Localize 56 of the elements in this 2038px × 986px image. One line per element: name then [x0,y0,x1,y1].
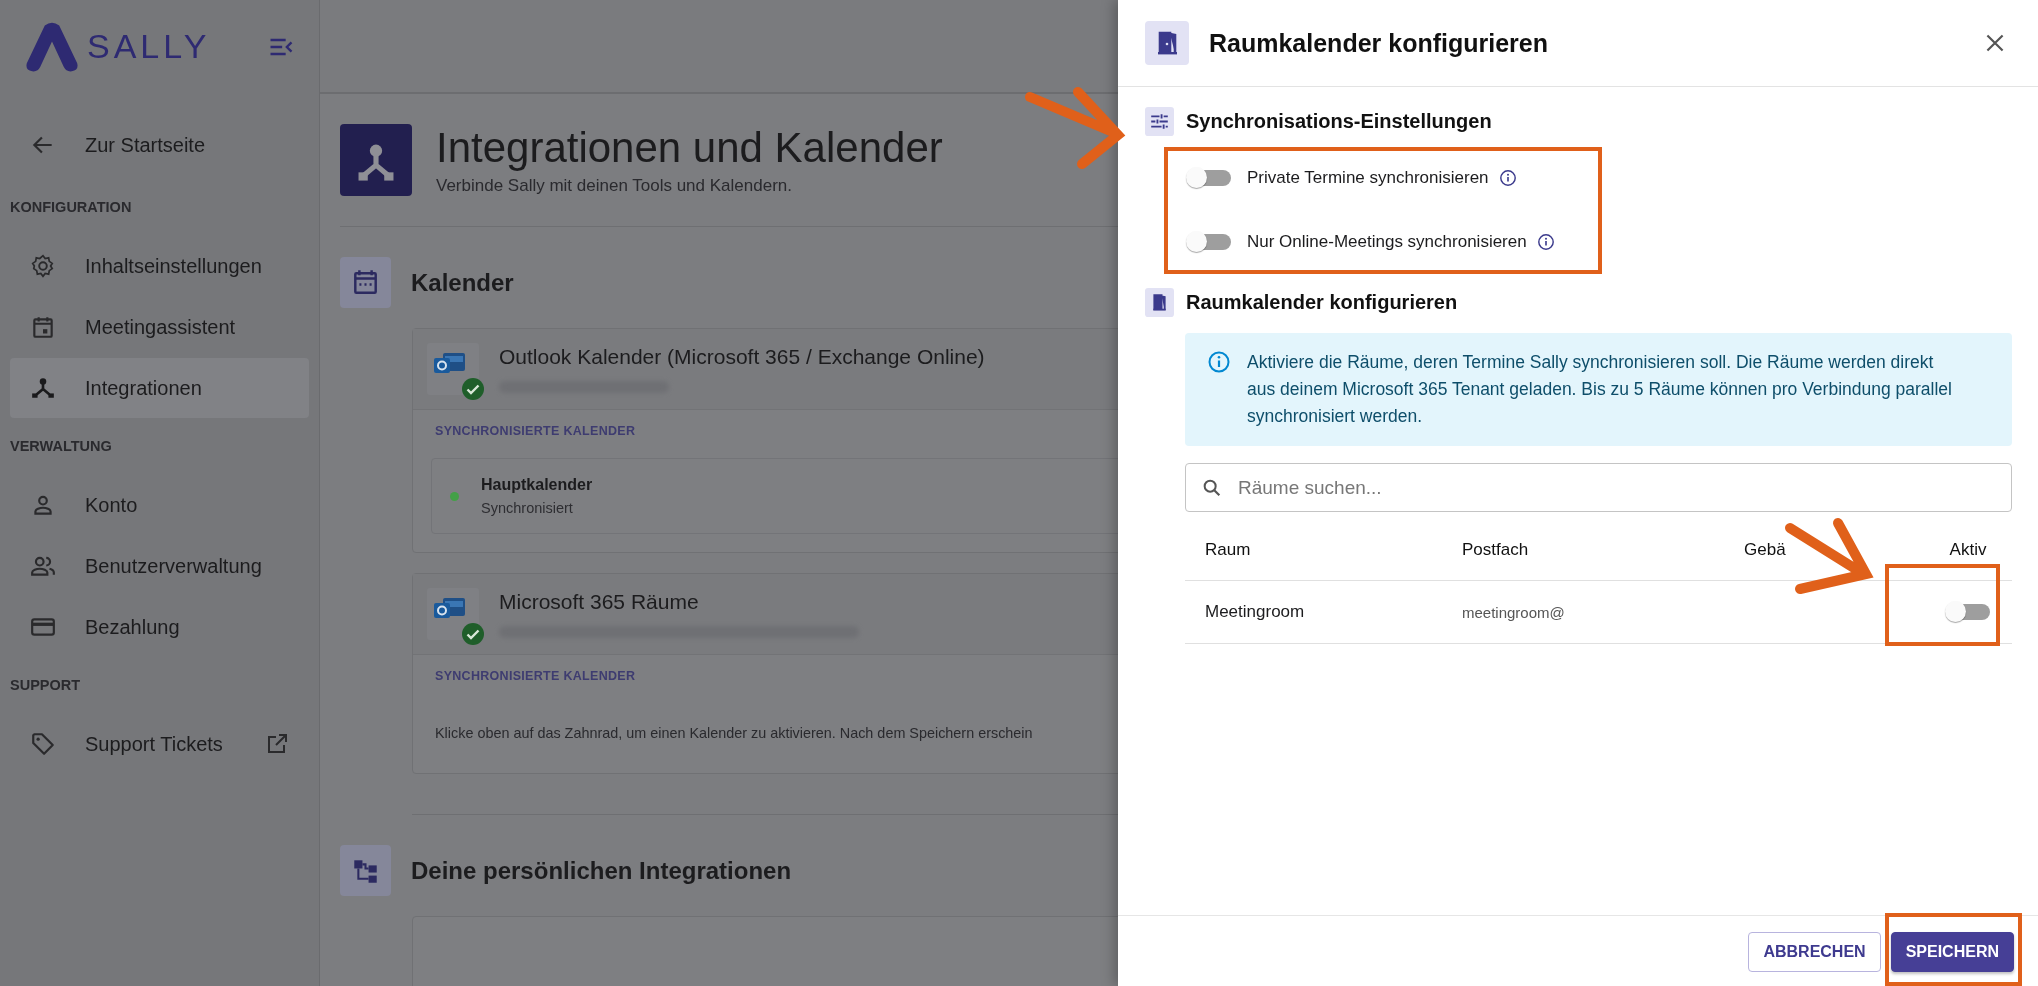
search-icon [1201,477,1223,499]
nav-item[interactable]: Bezahlung [10,597,309,657]
drawer-title: Raumkalender konfigurieren [1209,28,1548,58]
tag-icon [30,731,56,757]
list-heading: SYNCHRONISIERTE KALENDER [435,424,637,438]
section-title: Raumkalender konfigurieren [1186,291,1458,314]
calendar-name: Hauptkalender [481,476,593,494]
nav-item[interactable]: Meetingassistent [10,297,309,357]
page-subtitle: Verbinde Sally mit deinen Tools und Kalendern. [436,176,793,196]
calendar-provider-name: Microsoft 365 Räume [499,590,700,614]
list-heading: SYNCHRONISIERTE KALENDER [435,669,637,683]
search-field[interactable]: Räume suchen... [1185,463,2012,512]
back-link[interactable]: Zur Startseite [10,115,309,175]
nav-item[interactable]: Konto [10,475,309,535]
column-header: Aktiv [1948,540,1988,560]
calendar-provider-name: Outlook Kalender (Microsoft 365 / Exchange Online) [499,345,985,369]
door-icon [1145,21,1189,65]
door-icon [1145,288,1174,317]
room-name-cell-text: Meetingroom [1204,602,1306,622]
nav-item[interactable]: Integrationen [10,358,309,418]
integration-icon [30,375,56,401]
column-header: Postfach [1462,540,1530,560]
info-icon [1207,350,1231,374]
gear-icon [30,253,56,279]
nav-section-heading: KONFIGURATION [9,198,133,217]
mailbox-cell-text: meetingroom@ [1462,603,1566,621]
nav-section-heading: SUPPORT [9,676,82,695]
info-text: Aktiviere die Räume, deren Termine Sally synchronisieren soll. Die Räume werden direkt aus deinem Microsoft 365 Tenant geladen. Bis zu 5 Räume können pro Verbindung parallel synchronisiert werden. [1247,351,1953,428]
page-title: Integrationen und Kalender [436,124,943,172]
cancel-button[interactable]: ABBRECHEN [1748,932,1881,972]
calendar-status: Synchronisiert [481,500,574,516]
hierarchy-icon [340,845,391,896]
nav-item[interactable]: Benutzerverwaltung [10,536,309,596]
sliders-icon [1145,107,1174,136]
calendar-icon [340,257,391,308]
toggle-switch[interactable] [1185,231,1233,253]
nav-item[interactable]: Inhaltseinstellungen [10,236,309,296]
option-label: Nur Online-Meetings synchronisieren [1247,232,1527,252]
logo-text: SALLY [87,27,211,66]
nav-section-heading: VERWALTUNG [9,437,113,456]
calendar-icon [30,314,56,340]
info-icon[interactable] [1536,233,1555,251]
save-button[interactable]: SPEICHERN [1890,932,2014,972]
hint-text: Klicke oben auf das Zahnrad, um einen Kalender zu aktivieren. Nach dem Speichern erschein [435,725,1034,741]
option-label: Private Termine synchronisieren [1247,168,1489,188]
nav-item[interactable]: Support Tickets [10,714,309,774]
section-title: Kalender [411,268,514,297]
toggle-switch[interactable] [1185,167,1233,189]
info-icon[interactable] [1498,169,1517,187]
section-title: Synchronisations-Einstellungen [1186,110,1492,133]
section-title: Deine persönlichen Integrationen [411,856,792,885]
toggle-switch[interactable] [1944,601,1992,623]
integration-icon [340,124,412,196]
logo-icon [25,20,79,73]
column-header: Raum [1204,540,1252,560]
column-header: Gebä [1744,540,1787,560]
